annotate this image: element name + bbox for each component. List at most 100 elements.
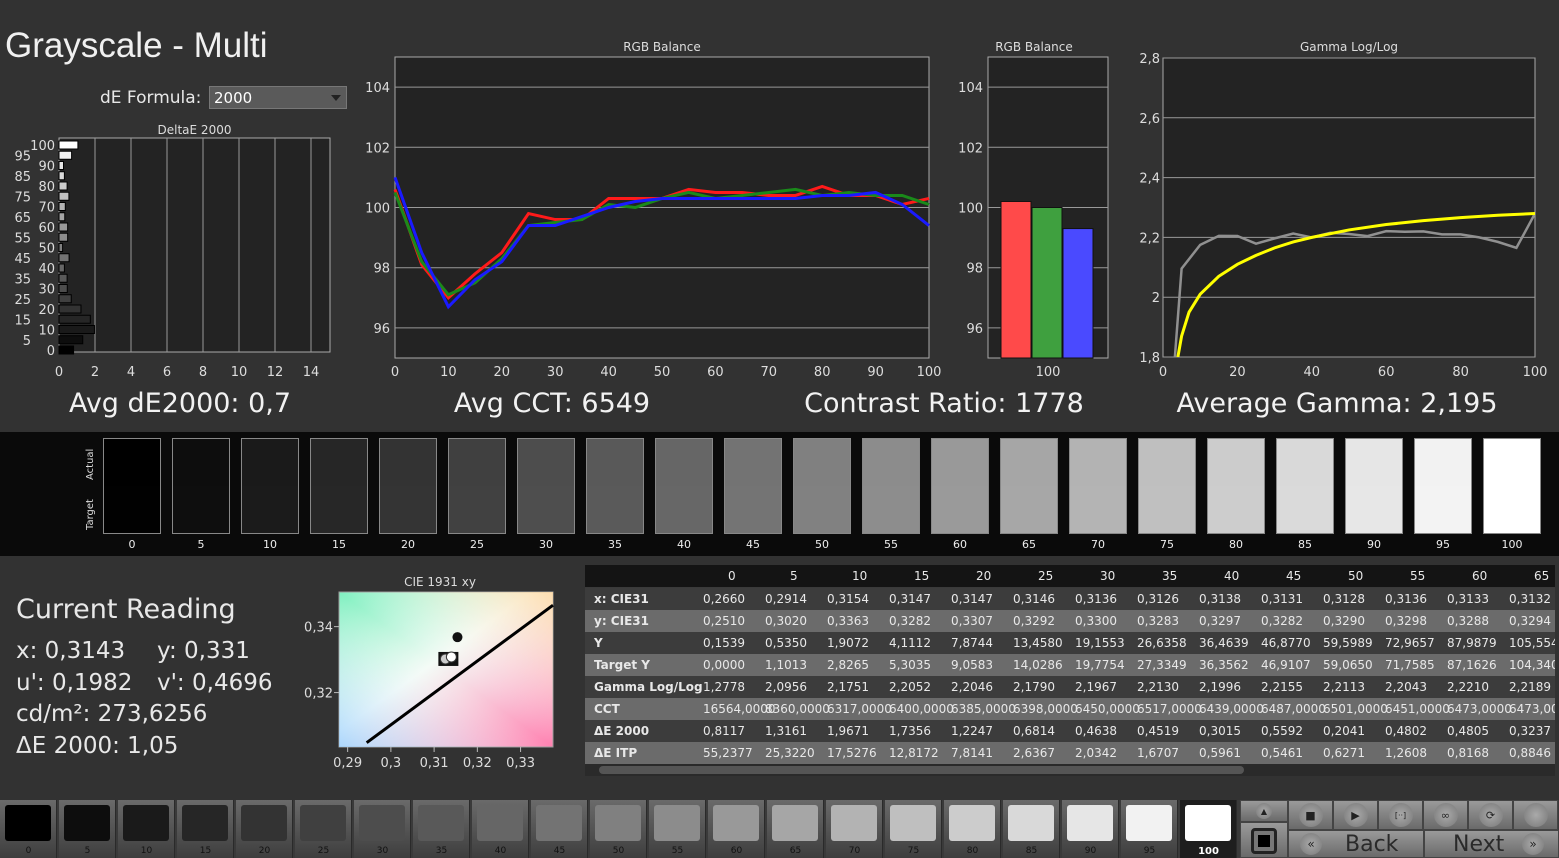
swatch-label: 50 bbox=[815, 538, 829, 551]
patch-button-100[interactable]: 100 bbox=[1180, 800, 1237, 858]
x-tick-label: 0,31 bbox=[420, 756, 449, 771]
actual-swatch bbox=[725, 439, 781, 486]
patch-button-55[interactable]: 55 bbox=[649, 800, 706, 858]
stop-button[interactable]: ■ bbox=[1288, 800, 1333, 830]
patch-button-35[interactable]: 35 bbox=[413, 800, 470, 858]
play-button[interactable]: ▶ bbox=[1333, 800, 1378, 830]
swatch-label: 30 bbox=[539, 538, 553, 551]
patch-button-20[interactable]: 20 bbox=[236, 800, 293, 858]
table-cell: 0,2041 bbox=[1323, 724, 1365, 738]
next-button[interactable]: Next » bbox=[1424, 830, 1559, 858]
table-cell: 0,5592 bbox=[1261, 724, 1303, 738]
horizontal-scrollbar[interactable] bbox=[585, 764, 1555, 776]
y-tick-label: 98 bbox=[373, 262, 390, 277]
patch-button-85[interactable]: 85 bbox=[1003, 800, 1060, 858]
column-header: 30 bbox=[1100, 569, 1116, 583]
patch-button-45[interactable]: 45 bbox=[531, 800, 588, 858]
patch-button-80[interactable]: 80 bbox=[944, 800, 1001, 858]
table-cell: 0,2660 bbox=[703, 592, 745, 606]
table-cell: 0,3282 bbox=[889, 614, 931, 628]
table-cell: 2,1996 bbox=[1199, 680, 1241, 694]
stop-measure-button[interactable] bbox=[1240, 822, 1288, 858]
patch-color bbox=[418, 805, 464, 841]
table-cell: 2,2210 bbox=[1447, 680, 1489, 694]
table-cell: 87,1626 bbox=[1447, 658, 1497, 672]
back-button[interactable]: « Back bbox=[1288, 830, 1424, 858]
table-cell: 87,9879 bbox=[1447, 636, 1497, 650]
scrollbar-thumb[interactable] bbox=[599, 766, 1244, 774]
y-tick-label: 5 bbox=[23, 334, 31, 349]
patch-label: 95 bbox=[1143, 846, 1156, 856]
patch-button-65[interactable]: 65 bbox=[767, 800, 824, 858]
target-label: Target bbox=[85, 499, 96, 530]
deltae-bar bbox=[58, 263, 65, 273]
table-cell: 0,3154 bbox=[827, 592, 869, 606]
swatch-5 bbox=[172, 438, 230, 534]
patch-button-5[interactable]: 5 bbox=[59, 800, 116, 858]
table-cell: 2,2052 bbox=[889, 680, 931, 694]
infinity-button[interactable]: ∞ bbox=[1423, 800, 1468, 830]
table-cell: 0,3131 bbox=[1261, 592, 1303, 606]
table-cell: 19,7754 bbox=[1075, 658, 1125, 672]
patch-button-40[interactable]: 40 bbox=[472, 800, 529, 858]
table-cell: 0,3237 bbox=[1509, 724, 1551, 738]
bracket-button[interactable]: [··] bbox=[1378, 800, 1423, 830]
patch-button-0[interactable]: 0 bbox=[0, 800, 57, 858]
table-cell: 0,4802 bbox=[1385, 724, 1427, 738]
deltae-bar bbox=[58, 161, 64, 170]
double-left-icon: « bbox=[1300, 833, 1322, 855]
table-cell: 0,4805 bbox=[1447, 724, 1489, 738]
patch-button-70[interactable]: 70 bbox=[826, 800, 883, 858]
patch-label: 100 bbox=[1198, 846, 1219, 857]
patch-button-95[interactable]: 95 bbox=[1121, 800, 1178, 858]
target-swatch bbox=[725, 486, 781, 533]
x-tick-label: 100 bbox=[1523, 365, 1548, 380]
table-cell: 0,3288 bbox=[1447, 614, 1489, 628]
patch-button-10[interactable]: 10 bbox=[118, 800, 175, 858]
table-cell: 2,1790 bbox=[1013, 680, 1055, 694]
rgb-bar-title: RGB Balance bbox=[995, 40, 1073, 54]
stop-icon: ■ bbox=[1298, 803, 1323, 827]
swatch-label: 70 bbox=[1091, 538, 1105, 551]
table-cell: 1,7356 bbox=[889, 724, 931, 738]
blank-icon bbox=[1523, 803, 1548, 827]
cie-chart: CIE 1931 xy 0,29 0,3 0,31 0,32 0,33 0,32 0,34 bbox=[304, 575, 554, 771]
patch-color bbox=[64, 805, 110, 841]
patch-label: 0 bbox=[25, 846, 32, 856]
patch-button-30[interactable]: 30 bbox=[354, 800, 411, 858]
table-cell: 105,554 bbox=[1509, 636, 1555, 650]
charts-area: DeltaE 20000 2 4 6 8 10 12 14051015202530354045… bbox=[14, 40, 1548, 380]
patch-color bbox=[949, 805, 995, 841]
patch-button-60[interactable]: 60 bbox=[708, 800, 765, 858]
blank-button[interactable] bbox=[1513, 800, 1558, 830]
refresh-button[interactable]: ⟳ bbox=[1468, 800, 1513, 830]
patch-button-75[interactable]: 75 bbox=[885, 800, 942, 858]
patch-button-15[interactable]: 15 bbox=[177, 800, 234, 858]
patch-label: 15 bbox=[199, 846, 212, 856]
patch-label: 50 bbox=[612, 846, 625, 856]
actual-label: Actual bbox=[85, 448, 96, 480]
table-cell: 0,4638 bbox=[1075, 724, 1117, 738]
x-tick-label: 2 bbox=[91, 365, 99, 380]
green-bar bbox=[1031, 207, 1063, 359]
scroll-up-button[interactable]: ▲ bbox=[1240, 800, 1288, 822]
deltae-bar bbox=[58, 191, 70, 201]
swatch-label: 75 bbox=[1160, 538, 1174, 551]
table-cell: 36,4639 bbox=[1199, 636, 1249, 650]
y-tick-label: 104 bbox=[958, 81, 983, 96]
patch-color bbox=[1067, 805, 1113, 841]
patch-label: 55 bbox=[671, 846, 684, 856]
table-cell: 0,8117 bbox=[703, 724, 745, 738]
deltae-bar bbox=[58, 314, 91, 324]
swatch-45 bbox=[724, 438, 782, 534]
table-cell: 0,3136 bbox=[1385, 592, 1427, 606]
patch-button-25[interactable]: 25 bbox=[295, 800, 352, 858]
x-tick-label: 50 bbox=[654, 365, 671, 380]
x-tick-label: 80 bbox=[814, 365, 831, 380]
deltae-bar bbox=[58, 325, 95, 334]
table-cell: 6317,0000 bbox=[827, 702, 892, 716]
patch-button-90[interactable]: 90 bbox=[1062, 800, 1119, 858]
patch-button-50[interactable]: 50 bbox=[590, 800, 647, 858]
swatch-75 bbox=[1138, 438, 1196, 534]
patch-color bbox=[241, 805, 287, 841]
